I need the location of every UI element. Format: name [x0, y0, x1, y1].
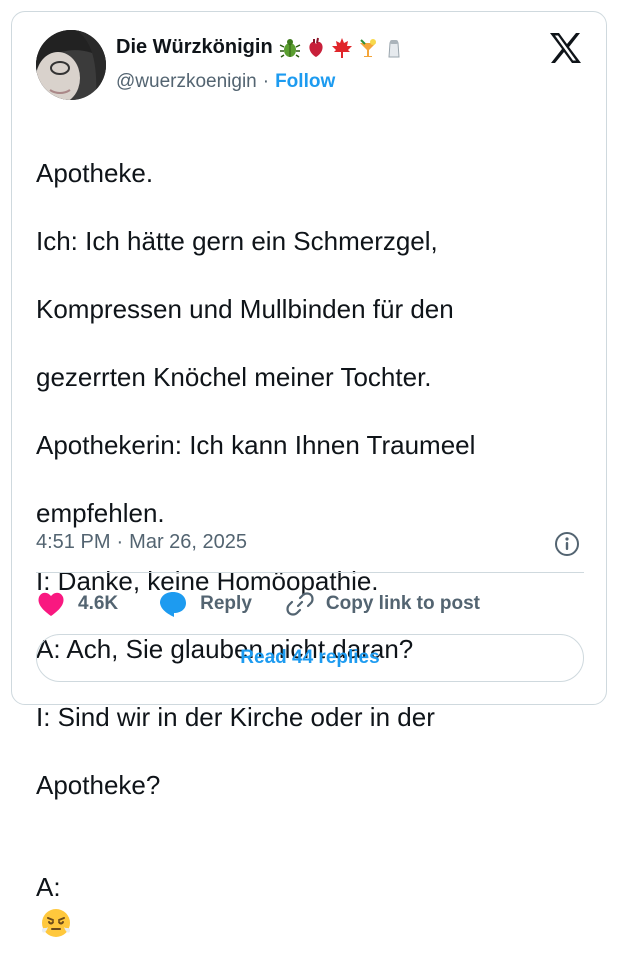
tweet-last-line: A: [36, 836, 586, 939]
timestamp-separator: · [116, 531, 124, 553]
link-icon [286, 592, 314, 616]
tropical-drink-icon [359, 38, 376, 57]
maple-leaf-icon [331, 37, 352, 58]
author-name-row: Die Würzkönigin [116, 36, 405, 59]
reply-label: Reply [200, 593, 252, 614]
face-with-steam-icon [42, 909, 70, 938]
info-icon[interactable] [554, 531, 580, 557]
like-button[interactable]: 4.6K [36, 590, 118, 618]
tweet-line: I: Sind wir in der Kirche oder in der [36, 702, 435, 732]
tweet-timestamp[interactable]: 4:51 PM · Mar 26, 2025 [36, 531, 247, 554]
like-count: 4.6K [78, 593, 119, 614]
tweet-date: Mar 26, 2025 [129, 531, 248, 553]
avatar[interactable] [36, 30, 106, 100]
tweet-line: Apothekerin: Ich kann Ihnen Traumeel [36, 430, 476, 460]
copy-link-button[interactable]: Copy link to post [286, 590, 480, 618]
tweet-time: 4:51 PM [36, 531, 111, 553]
reply-button[interactable]: Reply [158, 590, 252, 618]
tweet-line: Kompressen und Mullbinden für den [36, 294, 454, 324]
read-replies-button[interactable]: Read 44 replies [36, 634, 584, 682]
reply-bubble-icon [160, 592, 187, 617]
anatomical-heart-icon [309, 37, 323, 57]
follow-button[interactable]: Follow [275, 71, 335, 93]
author-handle[interactable]: @wuerzkoenigin [116, 71, 257, 93]
tweet-last-line-prefix: A: [36, 872, 61, 902]
action-bar: 4.6K Reply Copy link to post [36, 589, 480, 619]
heart-icon [38, 592, 64, 616]
tweet-line: empfehlen. [36, 498, 165, 528]
tweet-line: Apotheke? [36, 770, 161, 800]
bug-icon [279, 38, 301, 58]
tweet-line: Ich: Ich hätte gern ein Schmerzgel, [36, 226, 438, 256]
author-handle-row: @wuerzkoenigin · Follow [116, 71, 335, 93]
avatar-photo [36, 30, 106, 100]
copy-link-label: Copy link to post [325, 593, 480, 614]
handle-separator: · [262, 71, 270, 92]
x-logo-icon[interactable] [548, 32, 582, 64]
tweet-line: gezerrten Knöchel meiner Tochter. [36, 362, 432, 392]
salt-shaker-icon [388, 39, 400, 57]
author-display-name[interactable]: Die Würzkönigin [116, 36, 273, 59]
name-emojis [279, 37, 405, 59]
divider [36, 572, 584, 573]
tweet-line: Apotheke. [36, 158, 154, 188]
